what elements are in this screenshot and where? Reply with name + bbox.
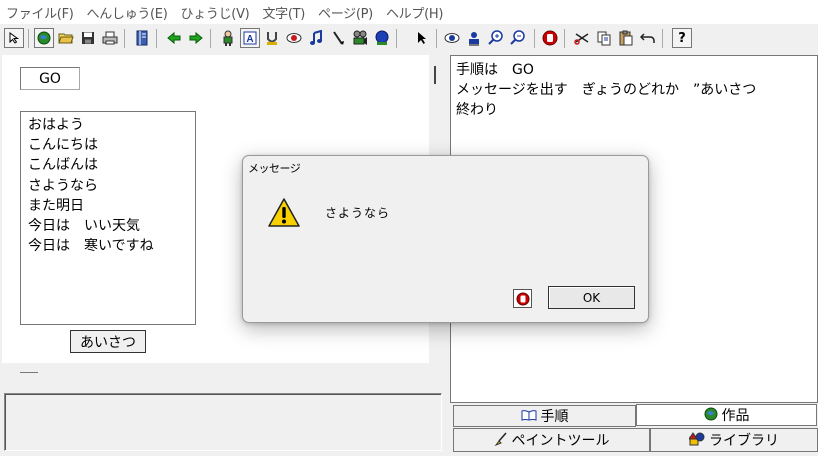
scissors-icon[interactable] [572,28,592,48]
save-disk-icon[interactable] [78,28,98,48]
message-dialog: メッセージ さようなら OK [242,155,649,323]
warning-icon [268,197,300,229]
ok-button[interactable]: OK [548,286,635,309]
go-label: GO [20,67,80,90]
toolbar: A ? [0,26,818,51]
stop-hand-icon[interactable] [513,289,532,308]
shapes-icon [688,431,705,449]
paste-icon[interactable] [616,28,636,48]
cursor-arrow-icon[interactable] [4,28,24,48]
menu-bar: ファイル(F) へんしゅう(E) ひょうじ(V) 文字(T) ページ(P) ヘル… [0,0,818,24]
arrow-right-icon[interactable] [186,28,206,48]
pointer-icon[interactable] [412,28,432,48]
list-item[interactable]: おはよう [28,115,195,135]
world-icon[interactable] [34,28,54,48]
menu-text[interactable]: 文字(T) [256,3,312,22]
svg-text:A: A [246,34,253,45]
text-a-icon[interactable]: A [240,28,260,48]
zoom-in-icon[interactable] [486,28,506,48]
list-item[interactable]: こんにちは [28,135,195,155]
greetings-listbox[interactable]: おはよう こんにちは こんばんは さようなら また明日 今日は いい天気 今日は… [20,111,196,325]
pen-icon[interactable] [328,28,348,48]
tab-procedure-label: 手順 [540,409,569,425]
tab-paint-tool-label: ペイントツール [511,433,610,449]
code-line[interactable]: 手順は GO [456,59,534,79]
folder-open-icon[interactable] [56,28,76,48]
undo-icon[interactable] [638,28,658,48]
movie-icon[interactable] [350,28,370,48]
dialog-message: さようなら [325,206,391,220]
stop-hand-icon[interactable] [540,28,560,48]
left-horizontal-scrollbar[interactable] [2,363,429,383]
character-icon[interactable] [218,28,238,48]
globe-icon [704,407,718,424]
app-window: ファイル(F) へんしゅう(E) ひょうじ(V) 文字(T) ページ(P) ヘル… [0,0,818,456]
zoom-out-icon[interactable] [508,28,528,48]
dialog-body [243,180,648,273]
tab-library-label: ライブラリ [709,433,779,449]
brush-icon [494,432,508,449]
list-item[interactable]: また明日 [28,196,195,216]
menu-page[interactable]: ページ(P) [312,3,380,22]
list-item[interactable]: さようなら [28,176,195,196]
message-panel [4,393,442,451]
copy-icon[interactable] [594,28,614,48]
list-item[interactable]: 今日は 寒いですね [28,236,195,256]
code-line[interactable]: 終わり [456,99,498,119]
blue-sphere-icon[interactable] [372,28,392,48]
menu-edit[interactable]: へんしゅう(E) [81,3,175,22]
magnet-icon[interactable] [262,28,282,48]
tab-work-label: 作品 [721,408,750,424]
list-item[interactable]: こんばんは [28,155,195,175]
aisatsu-button[interactable]: あいさつ [70,330,146,353]
code-line[interactable]: メッセージを出す ぎょうのどれか ”あいさつ [456,79,756,99]
menu-view[interactable]: ひょうじ(V) [175,3,257,22]
help-icon[interactable]: ? [672,28,692,48]
book-icon[interactable] [132,28,152,48]
eye-red-icon[interactable] [284,28,304,48]
print-icon[interactable] [100,28,120,48]
book-open-icon [521,409,537,424]
music-note-icon[interactable] [306,28,326,48]
scroll-thumb[interactable] [20,372,38,373]
tab-paint-tool[interactable]: ペイントツール [453,428,650,452]
tab-procedure[interactable]: 手順 [453,405,636,427]
tab-work[interactable]: 作品 [636,404,817,426]
menu-help[interactable]: ヘルプ(H) [380,3,450,22]
splitter-handle[interactable] [434,66,436,84]
eye-icon[interactable] [442,28,462,48]
list-item[interactable]: 今日は いい天気 [28,216,195,236]
arrow-left-icon[interactable] [164,28,184,48]
dialog-title: メッセージ [248,162,301,175]
menu-file[interactable]: ファイル(F) [0,3,81,22]
tab-library[interactable]: ライブラリ [650,428,818,452]
person-stamp-icon[interactable] [464,28,484,48]
